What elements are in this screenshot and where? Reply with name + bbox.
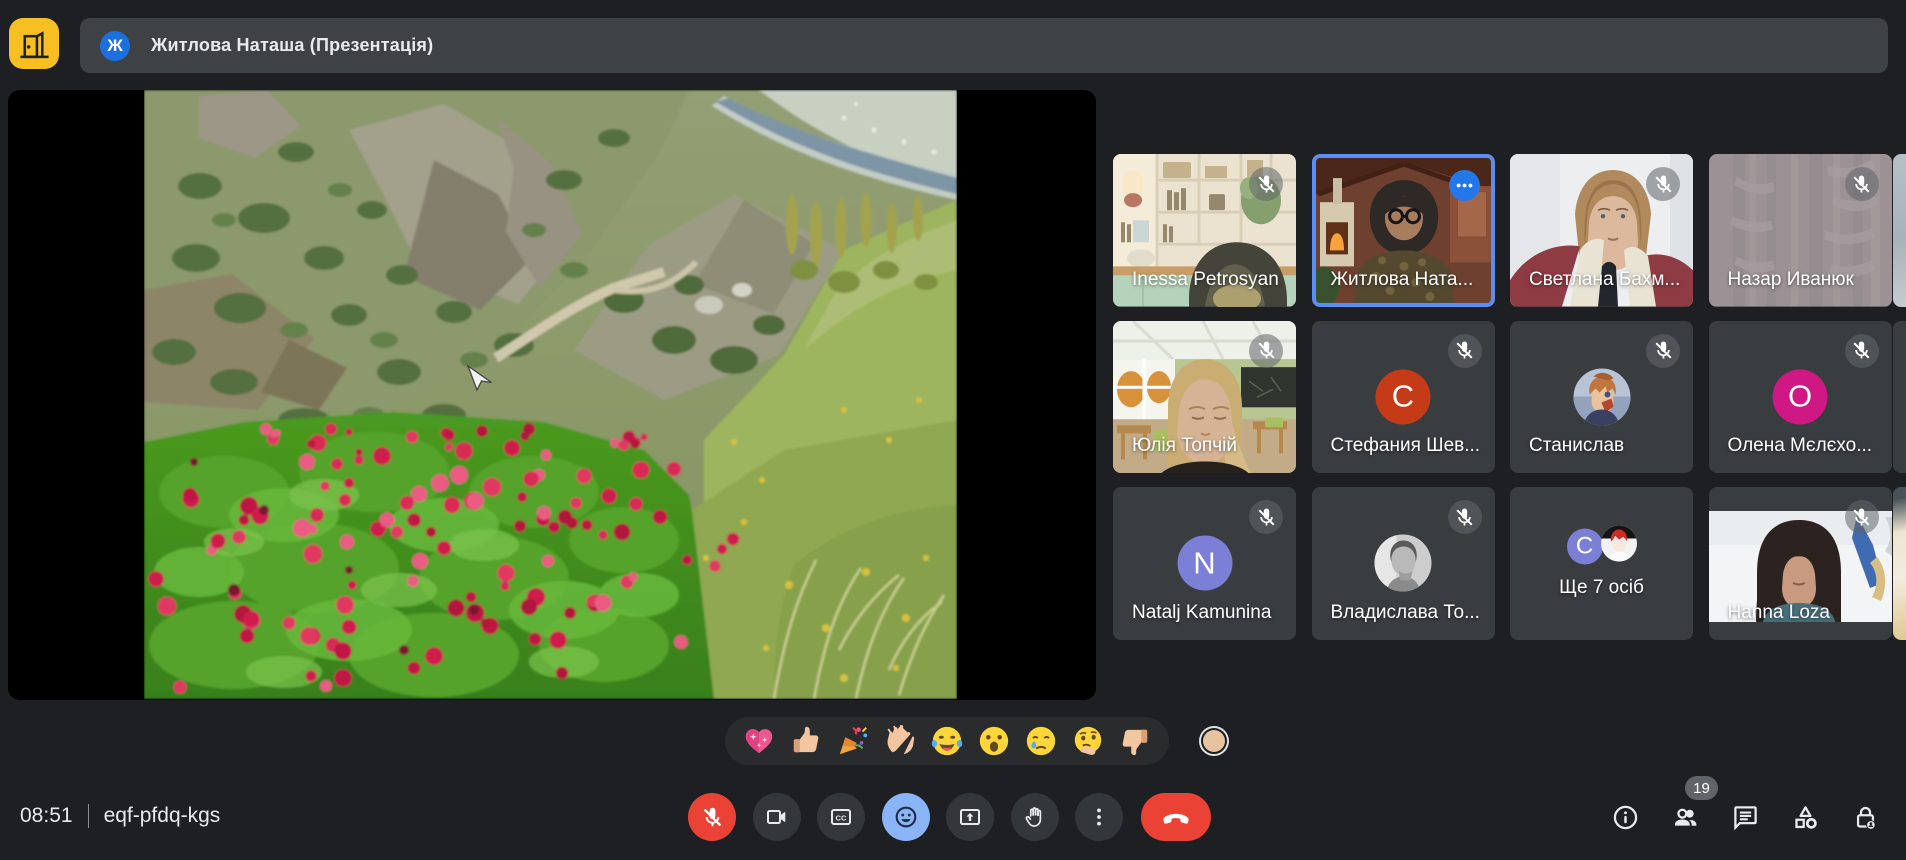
svg-text:CC: CC: [836, 813, 847, 822]
